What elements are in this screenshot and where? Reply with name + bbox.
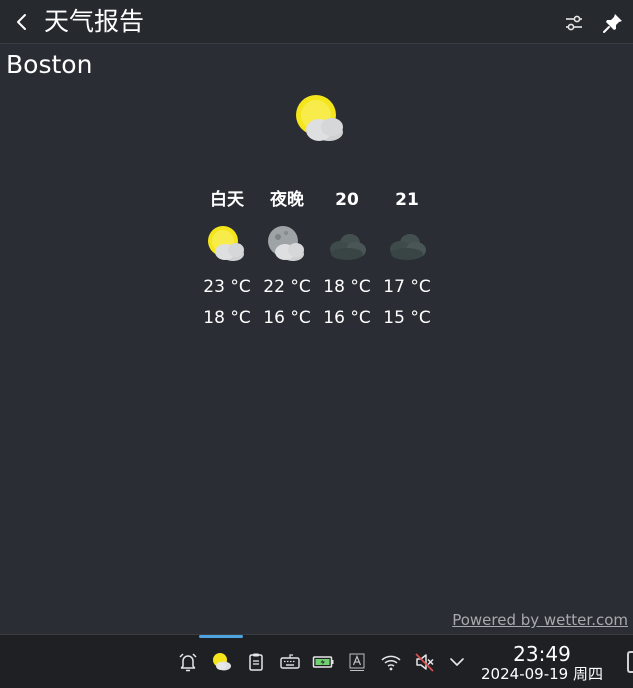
clock-time[interactable]: 23:49	[478, 643, 606, 665]
active-app-indicator	[199, 635, 243, 638]
pin-icon[interactable]	[601, 11, 625, 35]
forecast-day-20: 20 18 °C 16 °C	[317, 186, 377, 328]
forecast-label: 夜晚	[270, 190, 304, 210]
forecast-label: 白天	[210, 190, 244, 210]
forecast-day-night: 夜晚 22 °C 16 °C	[257, 186, 317, 328]
volume-muted-icon[interactable]	[414, 651, 436, 673]
forecast-high: 23 °C	[203, 277, 251, 297]
cloudy-icon	[390, 234, 426, 260]
wifi-icon[interactable]	[380, 651, 402, 673]
keyboard-icon[interactable]	[279, 651, 301, 673]
powered-by-link[interactable]: Powered by wetter.com	[452, 611, 628, 629]
forecast-day-21: 21 17 °C 15 °C	[377, 186, 437, 328]
taskbar: 23:49 2024-09-19 周四	[0, 634, 633, 688]
partly-sunny-icon	[296, 95, 343, 141]
forecast-low: 16 °C	[323, 308, 371, 328]
show-desktop-button[interactable]	[627, 651, 633, 673]
clipboard-icon[interactable]	[245, 651, 267, 673]
input-method-icon[interactable]	[346, 651, 368, 673]
city-name: Boston	[6, 50, 93, 79]
clock-date[interactable]: 2024-09-19 周四	[478, 665, 606, 683]
battery-icon[interactable]	[312, 651, 334, 673]
weather-panel: 天气报告 Boston 白天 23 °C 18 °C 夜晚 22 °C 16 °…	[0, 0, 633, 634]
forecast-low: 16 °C	[263, 308, 311, 328]
forecast-day-daytime: 白天 23 °C 18 °C	[197, 186, 257, 328]
weather-icon[interactable]	[211, 651, 233, 673]
forecast-low: 15 °C	[383, 308, 431, 328]
forecast-high: 17 °C	[383, 277, 431, 297]
header-bar: 天气报告	[0, 0, 633, 44]
chevron-left-icon[interactable]	[10, 9, 34, 35]
forecast-label: 21	[395, 190, 419, 210]
forecast-low: 18 °C	[203, 308, 251, 328]
forecast-high: 18 °C	[323, 277, 371, 297]
chevron-down-icon[interactable]	[446, 651, 468, 673]
alarm-icon[interactable]	[177, 651, 199, 673]
page-title: 天气报告	[44, 7, 145, 36]
sliders-icon[interactable]	[562, 11, 586, 35]
forecast-high: 22 °C	[263, 277, 311, 297]
partly-sunny-icon	[208, 226, 244, 261]
partly-cloudy-night-icon	[268, 226, 304, 261]
forecast-label: 20	[335, 190, 359, 210]
cloudy-icon	[330, 234, 366, 260]
